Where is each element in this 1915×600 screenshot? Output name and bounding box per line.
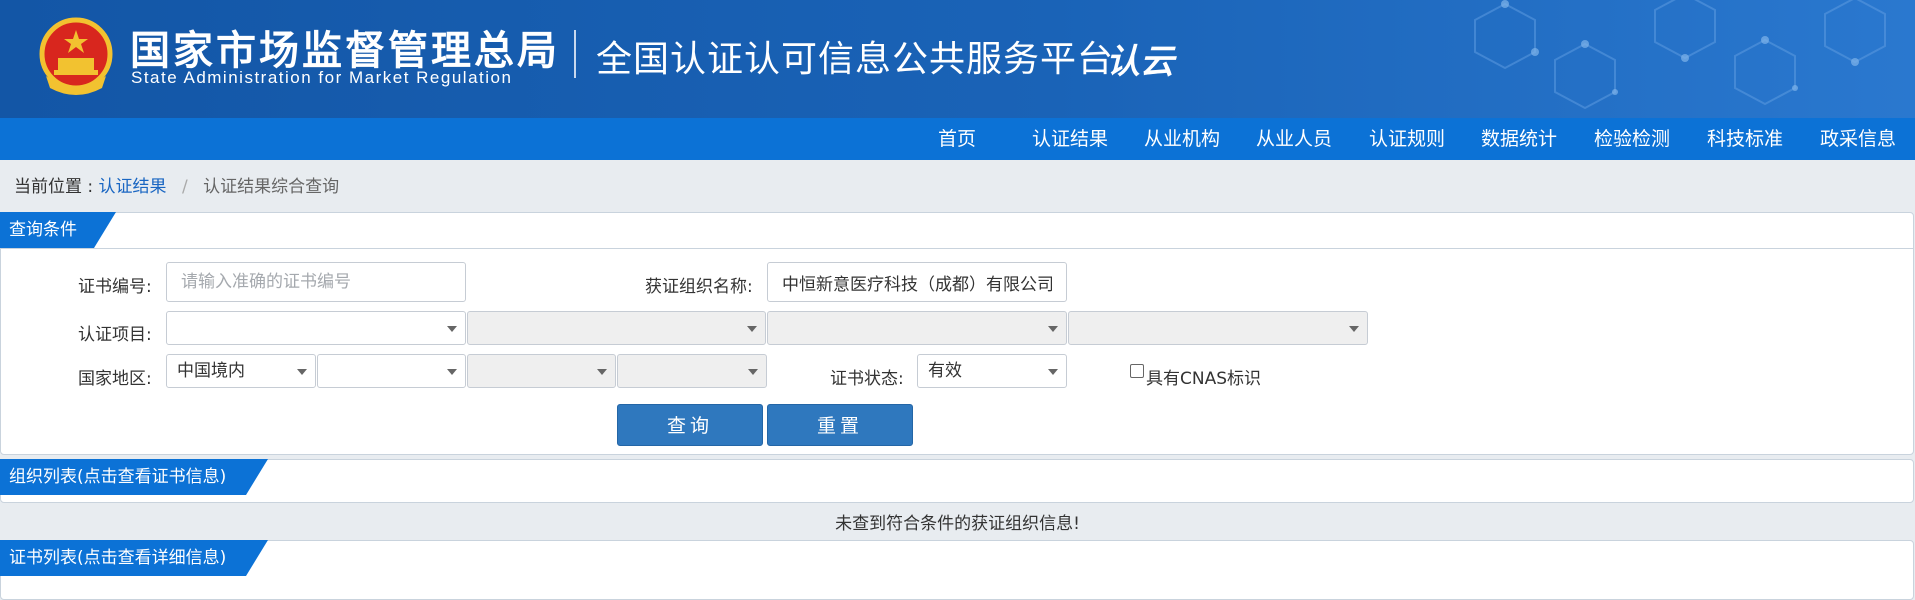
nav-cert-rules[interactable]: 认证规则: [1369, 118, 1445, 160]
chevron-down-icon: [597, 369, 607, 375]
org-list-panel: 组织列表(点击查看证书信息): [0, 459, 1914, 503]
project-select-4[interactable]: [1068, 311, 1368, 345]
chevron-down-icon: [747, 326, 757, 332]
header-separator: [574, 30, 576, 78]
chevron-down-icon: [297, 369, 307, 375]
breadcrumb-link-cert-results[interactable]: 认证结果: [99, 177, 167, 197]
nav-personnel[interactable]: 从业人员: [1256, 118, 1332, 160]
cert-list-header: 证书列表(点击查看详细信息): [1, 541, 1913, 577]
chevron-down-icon: [1048, 369, 1058, 375]
project-select-2[interactable]: [467, 311, 766, 345]
cnas-label: 具有CNAS标识: [1146, 369, 1262, 389]
org-name-en: State Administration for Market Regulati…: [131, 68, 513, 87]
region-select-city[interactable]: [467, 354, 616, 388]
region-select-country[interactable]: 中国境内: [166, 354, 316, 388]
region-select-value: 中国境内: [177, 361, 245, 381]
chevron-down-icon: [447, 326, 457, 332]
query-button[interactable]: 查询: [617, 404, 763, 446]
region-label: 国家地区:: [78, 369, 152, 389]
project-label: 认证项目:: [78, 325, 152, 345]
org-list-tab: 组织列表(点击查看证书信息): [0, 459, 268, 495]
main-nav: 首页 认证结果 从业机构 从业人员 认证规则 数据统计 检验检测 科技标准 政采…: [0, 118, 1915, 160]
hexagon-pattern-decoration: [1474, 0, 1886, 110]
nav-cert-results[interactable]: 认证结果: [1032, 118, 1108, 160]
org-list-header: 组织列表(点击查看证书信息): [1, 460, 1913, 496]
project-select-3[interactable]: [767, 311, 1067, 345]
cnas-checkbox[interactable]: [1130, 364, 1144, 378]
site-header-banner: 国家市场监督管理总局 State Administration for Mark…: [0, 0, 1915, 118]
org-name-label: 获证组织名称:: [645, 277, 753, 297]
region-select-district[interactable]: [617, 354, 767, 388]
breadcrumb-current: 认证结果综合查询: [203, 177, 340, 197]
nav-institutions[interactable]: 从业机构: [1144, 118, 1220, 160]
breadcrumb-prefix: 当前位置 :: [14, 177, 94, 197]
cert-list-panel: 证书列表(点击查看详细信息): [0, 540, 1914, 600]
renyun-logo[interactable]: 认云: [1106, 34, 1174, 83]
status-label: 证书状态:: [830, 369, 904, 389]
nav-standards[interactable]: 科技标准: [1707, 118, 1783, 160]
status-select[interactable]: 有效: [917, 354, 1067, 388]
chevron-down-icon: [748, 369, 758, 375]
nav-inspection[interactable]: 检验检测: [1594, 118, 1670, 160]
query-panel-tab: 查询条件: [0, 212, 116, 248]
org-name-input[interactable]: [767, 262, 1067, 302]
platform-title: 全国认证认可信息公共服务平台: [596, 39, 1115, 80]
cert-no-label: 证书编号:: [78, 277, 152, 297]
cert-list-tab: 证书列表(点击查看详细信息): [0, 540, 268, 576]
status-select-value: 有效: [928, 361, 962, 381]
nav-home[interactable]: 首页: [938, 118, 976, 160]
breadcrumb: 当前位置 : 认证结果 / 认证结果综合查询: [14, 172, 339, 197]
chevron-down-icon: [1048, 326, 1058, 332]
chevron-down-icon: [1349, 326, 1359, 332]
chevron-down-icon: [447, 369, 457, 375]
reset-button[interactable]: 重置: [767, 404, 913, 446]
org-list-empty-message: 未查到符合条件的获证组织信息!: [835, 514, 1080, 534]
region-select-province[interactable]: [317, 354, 466, 388]
query-panel-header: 查询条件: [1, 213, 1913, 249]
project-select-1[interactable]: [166, 311, 466, 345]
national-emblem-icon: [39, 17, 113, 95]
cert-no-input[interactable]: [166, 262, 466, 302]
nav-statistics[interactable]: 数据统计: [1481, 118, 1557, 160]
breadcrumb-separator: /: [181, 177, 188, 197]
nav-procurement[interactable]: 政采信息: [1820, 118, 1896, 160]
